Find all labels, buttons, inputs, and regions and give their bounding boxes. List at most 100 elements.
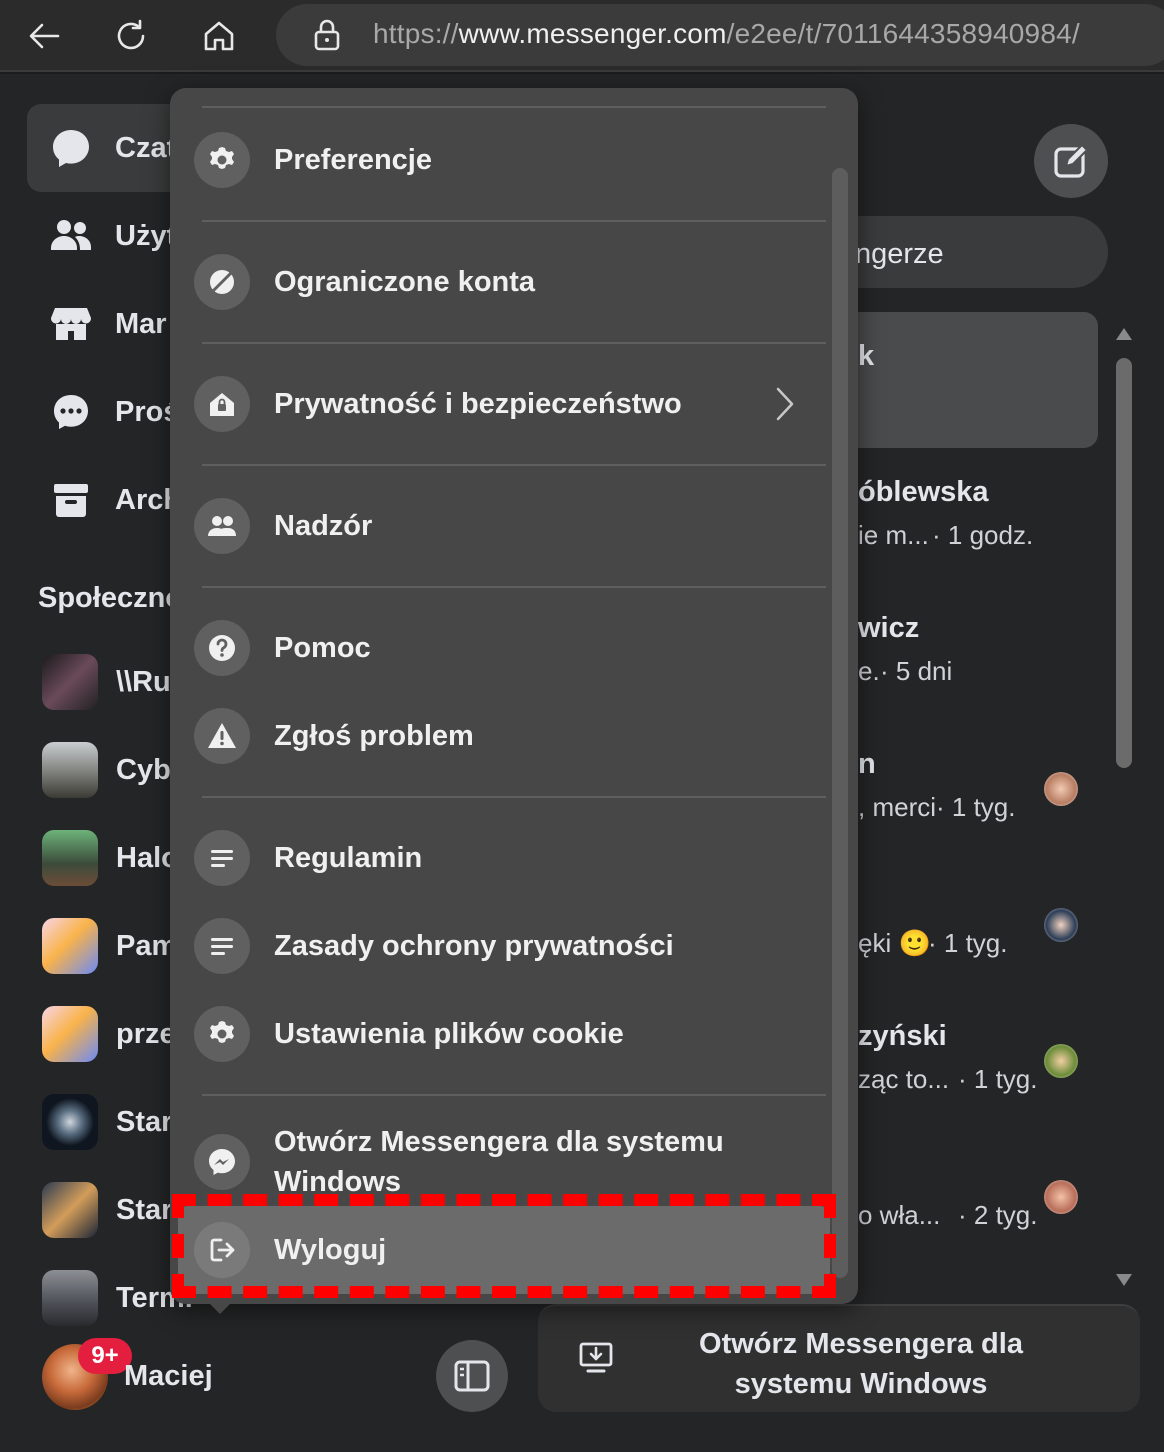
reload-button[interactable] <box>105 10 157 62</box>
community-thumbnail <box>42 1094 98 1150</box>
chat-time: · 5 dni <box>880 656 953 686</box>
arrow-left-icon <box>29 23 60 49</box>
chat-name[interactable]: zyński <box>858 1020 947 1053</box>
chat-preview: e. <box>858 656 880 686</box>
menu-item-label: Regulamin <box>274 842 423 874</box>
menu-item-preferences[interactable]: Preferencje <box>182 116 826 204</box>
community-label: Star <box>116 1105 173 1138</box>
address-bar[interactable]: https://www.messenger.com/e2ee/t/7011644… <box>276 4 1164 66</box>
chat-time: · 1 tyg. <box>928 928 1008 958</box>
url-text: https://www.messenger.com/e2ee/t/7011644… <box>373 18 1080 49</box>
menu-divider <box>202 220 826 222</box>
nav-label: Użyt <box>115 219 177 252</box>
scroll-up-arrow[interactable] <box>1116 328 1132 340</box>
compose-icon <box>1054 143 1089 178</box>
nav-item-archive[interactable]: Arch <box>27 456 187 544</box>
chat-preview: ie m... <box>858 520 929 550</box>
nav-item-marketplace[interactable]: Mar <box>27 280 187 368</box>
menu-item-label: Preferencje <box>274 144 432 176</box>
chat-preview: ząc to... <box>858 1064 950 1094</box>
chat-time: · 1 tyg. <box>936 792 1016 822</box>
supervision-icon <box>194 498 250 554</box>
seen-avatar <box>1044 1180 1078 1214</box>
document-lines-icon <box>194 918 250 974</box>
open-windows-app-button[interactable]: Otwórz Messengera dla systemu Windows <box>538 1304 1140 1412</box>
menu-item-privacy-security[interactable]: Prywatność i bezpieczeństwo <box>182 360 826 448</box>
menu-item-report-problem[interactable]: Zgłoś problem <box>182 692 826 780</box>
restricted-icon <box>194 254 250 310</box>
menu-divider <box>202 586 826 588</box>
community-thumbnail <box>42 1006 98 1062</box>
community-item[interactable]: prze <box>42 1004 176 1064</box>
seen-avatar <box>1044 908 1078 942</box>
privacy-home-icon <box>194 376 250 432</box>
community-item[interactable]: Cybe <box>42 740 187 800</box>
home-button[interactable] <box>193 10 245 62</box>
menu-divider <box>202 796 826 798</box>
chevron-right-icon <box>776 387 794 421</box>
messenger-icon <box>194 1134 250 1190</box>
seen-avatar <box>1044 1044 1078 1078</box>
menu-item-label: Nadzór <box>274 510 373 542</box>
home-icon <box>204 21 234 51</box>
community-thumbnail <box>42 918 98 974</box>
menu-divider <box>202 1094 826 1096</box>
menu-item-supervision[interactable]: Nadzór <box>182 482 826 570</box>
user-name[interactable]: Maciej <box>124 1360 213 1393</box>
chat-bubble-icon <box>45 122 97 174</box>
help-icon <box>194 620 250 676</box>
chat-list-scrollbar[interactable] <box>1116 358 1132 768</box>
warning-icon <box>194 708 250 764</box>
menu-item-label: Zgłoś problem <box>274 720 474 752</box>
chat-time: · 1 godz. <box>932 520 1034 550</box>
chat-dots-icon <box>45 386 97 438</box>
menu-divider <box>202 464 826 466</box>
chat-preview: ęki 🙂 <box>858 928 931 958</box>
gear-icon <box>194 132 250 188</box>
community-label: Pam <box>116 929 178 962</box>
chat-preview: , merci <box>858 792 936 822</box>
new-message-button[interactable] <box>1034 124 1108 198</box>
nav-item-people[interactable]: Użyt <box>27 192 187 280</box>
menu-caret <box>204 1298 236 1314</box>
chat-name[interactable]: wicz <box>858 612 919 645</box>
lock-icon <box>314 19 340 51</box>
chat-name[interactable]: n <box>858 748 876 781</box>
menu-item-restricted-accounts[interactable]: Ograniczone konta <box>182 238 826 326</box>
gear-icon <box>194 1006 250 1062</box>
menu-item-label: Prywatność i bezpieczeństwo <box>274 388 682 420</box>
menu-item-cookie-settings[interactable]: Ustawienia plików cookie <box>182 990 826 1078</box>
sidebar-toggle-button[interactable] <box>436 1340 508 1412</box>
back-button[interactable] <box>18 10 70 62</box>
communities-heading: Społeczno <box>38 582 184 614</box>
chat-time: · 1 tyg. <box>958 1064 1038 1094</box>
menu-item-terms[interactable]: Regulamin <box>182 814 826 902</box>
community-item[interactable]: Halo <box>42 828 179 888</box>
community-item[interactable]: Star <box>42 1092 172 1152</box>
community-thumbnail <box>42 1270 98 1326</box>
nav-item-chats[interactable]: Czat <box>27 104 187 192</box>
search-placeholder: ngerze <box>855 238 944 270</box>
people-icon <box>45 210 97 262</box>
community-item[interactable]: Pam <box>42 916 177 976</box>
nav-item-requests[interactable]: Proś <box>27 368 187 456</box>
community-item[interactable]: Star <box>42 1180 172 1240</box>
community-thumbnail <box>42 1182 98 1238</box>
menu-item-privacy-policy[interactable]: Zasady ochrony prywatności <box>182 902 826 990</box>
chat-name: k <box>858 340 875 372</box>
nav-label: Czat <box>115 131 177 164</box>
menu-divider <box>202 342 826 344</box>
settings-menu: Preferencje Ograniczone konta Prywatność… <box>170 88 858 1304</box>
seen-avatar <box>1044 772 1078 806</box>
menu-item-help[interactable]: Pomoc <box>182 604 826 692</box>
scroll-down-arrow[interactable] <box>1116 1274 1132 1286</box>
menu-item-label: Ustawienia plików cookie <box>274 1018 624 1050</box>
highlight-annotation <box>172 1194 836 1298</box>
chat-name[interactable]: óblewska <box>858 476 989 509</box>
community-thumbnail <box>42 830 98 886</box>
browser-toolbar: https://www.messenger.com/e2ee/t/7011644… <box>0 0 1164 72</box>
community-item[interactable]: \\Ru <box>42 652 171 712</box>
store-icon <box>45 298 97 350</box>
menu-scrollbar[interactable] <box>832 168 848 1278</box>
document-lines-icon <box>194 830 250 886</box>
